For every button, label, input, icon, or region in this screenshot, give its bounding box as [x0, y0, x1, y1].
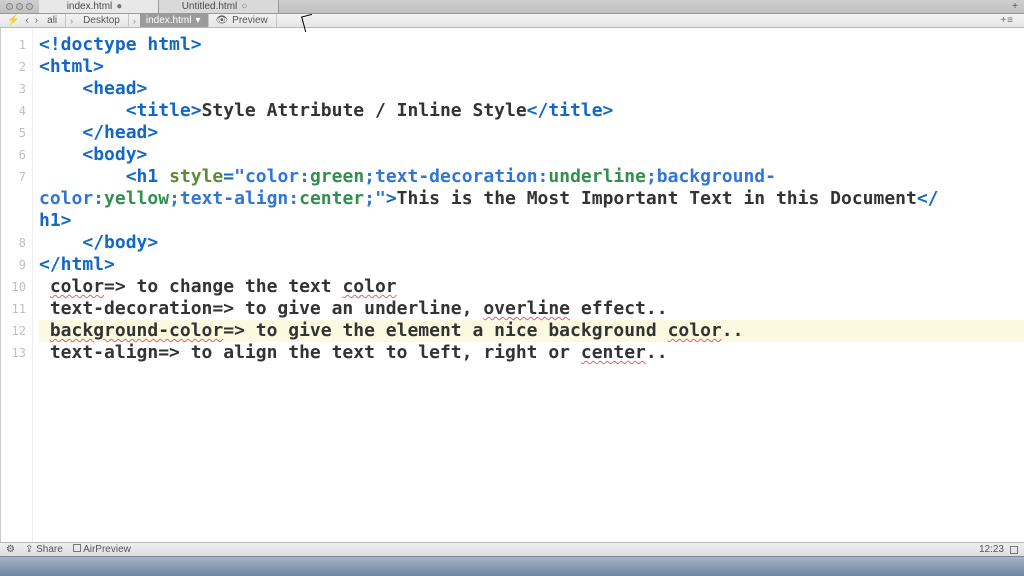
desktop-dock-area [0, 556, 1024, 576]
code-line[interactable]: <!doctype html> [39, 34, 1024, 56]
eye-icon: 👁 [215, 15, 228, 26]
share-icon: ⇪ [25, 544, 33, 555]
breadcrumb-label: index.html [146, 15, 192, 26]
line-number: 10 [1, 276, 26, 298]
cursor-position: 12:23 [979, 544, 1004, 555]
share-label: Share [36, 544, 63, 555]
line-number: 4 [1, 100, 26, 122]
window-tab-label: Untitled.html [182, 1, 238, 12]
line-number: 7 [1, 166, 26, 232]
window-tab-untitled[interactable]: Untitled.html ○ [159, 0, 279, 13]
code-line[interactable]: <html> [39, 56, 1024, 78]
line-number: 2 [1, 56, 26, 78]
code-line[interactable]: </body> [39, 232, 1024, 254]
line-number: 11 [1, 298, 26, 320]
line-number: 6 [1, 144, 26, 166]
chevron-down-icon: ▾ [195, 15, 200, 26]
share-button[interactable]: ⇪ Share [25, 544, 63, 555]
breadcrumb-label: Desktop [83, 15, 120, 26]
window-tab-label: index.html [67, 1, 113, 12]
code-line[interactable]: </head> [39, 122, 1024, 144]
airpreview-button[interactable]: AirPreview [73, 544, 131, 555]
back-icon[interactable]: ‹ [25, 15, 28, 26]
breadcrumb-segment-desktop[interactable]: Desktop [77, 14, 129, 27]
code-line[interactable]: color=> to change the text color [39, 276, 1024, 298]
add-pane-button[interactable]: +≡ [994, 15, 1020, 26]
lightning-icon[interactable]: ⚡ [7, 15, 19, 26]
gear-icon[interactable]: ⚙ [6, 544, 15, 555]
breadcrumb-label: ali [47, 15, 57, 26]
chevron-right-icon: › [70, 16, 73, 26]
dirty-indicator-icon: ● [116, 1, 122, 12]
preview-toggle[interactable]: 👁 Preview [209, 14, 276, 27]
line-number: 9 [1, 254, 26, 276]
dirty-indicator-icon: ○ [241, 1, 247, 12]
minimize-window-icon[interactable] [16, 3, 23, 10]
code-line[interactable]: <h1 style="color:green;text-decoration:u… [39, 166, 1024, 232]
code-line[interactable]: background-color=> to give the element a… [39, 320, 1024, 342]
path-bar: ⚡ ‹ › ali › Desktop › index.html ▾ 👁 Pre… [0, 14, 1024, 28]
code-area[interactable]: <!doctype html><html> <head> <title>Styl… [33, 28, 1024, 542]
code-line[interactable]: text-decoration=> to give an underline, … [39, 298, 1024, 320]
line-number: 12 [1, 320, 26, 342]
zoom-window-icon[interactable] [26, 3, 33, 10]
code-line[interactable]: text-align=> to align the text to left, … [39, 342, 1024, 364]
new-tab-button[interactable]: + [1006, 0, 1024, 13]
airpreview-label: AirPreview [83, 544, 131, 555]
traffic-lights [0, 0, 39, 13]
code-line[interactable]: <body> [39, 144, 1024, 166]
line-number: 3 [1, 78, 26, 100]
window-tab-index[interactable]: index.html ● [39, 0, 159, 13]
line-number-gutter: 12345678910111213 [1, 28, 33, 542]
breadcrumb-segment-ali[interactable]: ali [41, 14, 66, 27]
line-number: 5 [1, 122, 26, 144]
panel-toggle-icon[interactable] [1010, 546, 1018, 554]
code-line[interactable]: </html> [39, 254, 1024, 276]
code-line[interactable]: <head> [39, 78, 1024, 100]
breadcrumb-segment-current[interactable]: index.html ▾ [140, 14, 210, 27]
code-editor[interactable]: 12345678910111213 <!doctype html><html> … [0, 28, 1024, 542]
device-icon [73, 544, 81, 552]
window-tab-strip: index.html ● Untitled.html ○ + [0, 0, 1024, 14]
status-bar: ⚙ ⇪ Share AirPreview 12:23 [0, 542, 1024, 556]
preview-label: Preview [232, 15, 268, 26]
line-number: 13 [1, 342, 26, 364]
chevron-right-icon: › [133, 16, 136, 26]
close-window-icon[interactable] [6, 3, 13, 10]
code-line[interactable]: <title>Style Attribute / Inline Style</t… [39, 100, 1024, 122]
line-number: 1 [1, 34, 26, 56]
line-number: 8 [1, 232, 26, 254]
forward-icon[interactable]: › [35, 15, 38, 26]
